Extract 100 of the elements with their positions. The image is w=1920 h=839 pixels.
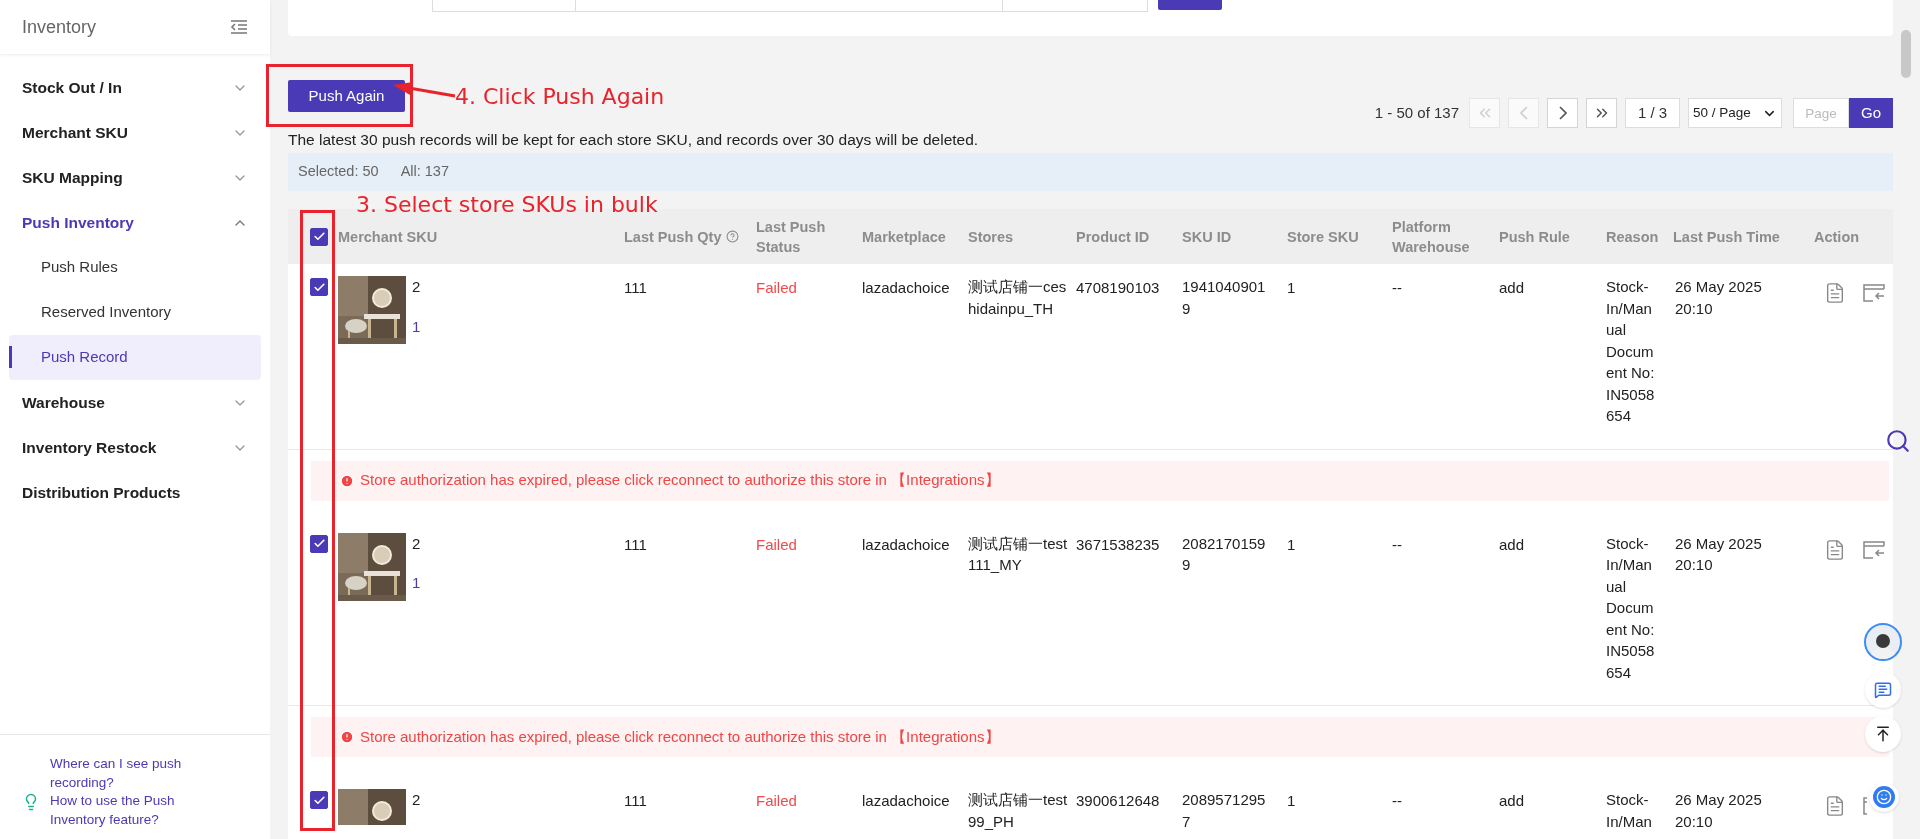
- column-header: Last Push Status: [756, 217, 827, 257]
- table-cell-text: Stock-In/Man: [1606, 790, 1653, 832]
- push-back-icon[interactable]: [1862, 795, 1867, 817]
- check-icon: [312, 793, 326, 807]
- table-cell-text: 20821701599: [1182, 533, 1267, 575]
- table-cell: --: [1392, 279, 1402, 296]
- table-cell: lazadachoice: [862, 792, 950, 809]
- push-back-icon[interactable]: [1862, 282, 1886, 304]
- nav-item[interactable]: Inventory Restock: [9, 425, 261, 470]
- go-button[interactable]: Go: [1849, 98, 1893, 128]
- alert-icon: [340, 473, 354, 488]
- column-header: Action: [1814, 227, 1860, 247]
- table-cell: 1: [1287, 535, 1296, 553]
- table-cell-text: 2: [412, 277, 421, 297]
- checkbox[interactable]: [310, 227, 328, 246]
- table-cell: lazadachoice: [862, 535, 950, 553]
- nav-subitem[interactable]: Push Record: [9, 335, 261, 380]
- table-cell: 1: [1287, 792, 1296, 809]
- nav-subitem[interactable]: Reserved Inventory: [9, 290, 261, 335]
- sidebar-title: Inventory: [22, 15, 97, 39]
- collapse-icon[interactable]: [230, 19, 248, 35]
- nav-subitem[interactable]: Push Rules: [9, 245, 261, 290]
- error-message: Store authorization has expired, please click reconnect to authorize this store in 【Integrations】: [360, 470, 1000, 491]
- nav-item[interactable]: Push Inventory: [9, 200, 261, 245]
- table-cell: 111: [624, 279, 647, 296]
- table-cell-text: 测试店铺一test99_PH: [968, 790, 1069, 832]
- table-cell-text: 26 May 2025 20:10: [1675, 277, 1763, 319]
- push-again-button[interactable]: Push Again: [288, 80, 405, 112]
- page-input[interactable]: Page: [1793, 98, 1849, 128]
- back-to-top-button[interactable]: [1865, 716, 1901, 752]
- table-cell: 3671538235: [1076, 535, 1160, 553]
- table-cell-text: Stock-In/Manual Document No: IN5058654: [1606, 533, 1656, 683]
- annotation-text: 4. Click Push Again: [455, 83, 665, 111]
- table-cell: 111: [624, 792, 647, 809]
- checkbox[interactable]: [310, 534, 328, 553]
- table-cell-text: 19410409019: [1182, 277, 1267, 319]
- help-link[interactable]: Where can I see push recording?: [50, 755, 230, 792]
- table-cell: lazadachoice: [862, 279, 950, 296]
- column-header: Merchant SKU: [338, 227, 438, 247]
- push-back-icon[interactable]: [1862, 538, 1886, 561]
- nav-item[interactable]: Warehouse: [9, 380, 261, 425]
- annotation-arrow: [391, 80, 457, 100]
- chat-button[interactable]: [1865, 672, 1901, 708]
- nav-item[interactable]: Distribution Products: [9, 470, 261, 515]
- filter-field[interactable]: [576, 0, 1003, 12]
- filter-field[interactable]: [1003, 0, 1148, 12]
- column-header: Store SKU: [1287, 227, 1359, 247]
- table-cell: 111: [624, 535, 647, 553]
- table-cell-text: 测试店铺一ceshidainpu_TH: [968, 277, 1068, 319]
- filter-field[interactable]: [432, 0, 576, 12]
- selected-count: Selected: 50: [298, 162, 379, 182]
- error-message: Store authorization has expired, please click reconnect to authorize this store in 【Integrations】: [360, 726, 1000, 747]
- help-icon: [725, 230, 739, 243]
- chevron-right-icon: [1558, 106, 1567, 120]
- table-cell-text: 26 May 2025 20:10: [1675, 533, 1763, 575]
- last-page-button[interactable]: [1586, 98, 1617, 128]
- sku-link[interactable]: 1: [412, 572, 421, 595]
- status-text: Failed: [756, 535, 797, 553]
- arrow-up-icon: [1874, 725, 1892, 743]
- column-header: Platform Warehouse: [1392, 217, 1471, 257]
- total-count: All: 137: [400, 162, 449, 182]
- chevron-left-icon: [1519, 106, 1528, 120]
- column-header: Product ID: [1076, 227, 1150, 247]
- sku-link[interactable]: 1: [412, 315, 421, 338]
- annotation-text: 3. Select store SKUs in bulk: [356, 191, 658, 219]
- check-icon: [312, 280, 326, 294]
- table-cell-text: 测试店铺一test111_MY: [968, 533, 1069, 575]
- search-icon[interactable]: [1885, 428, 1911, 454]
- table-cell: 3900612648: [1076, 792, 1160, 809]
- page-size-select[interactable]: 50 / Page: [1688, 98, 1782, 128]
- status-text: Failed: [756, 792, 797, 809]
- document-icon[interactable]: [1824, 538, 1846, 561]
- status-text: Failed: [756, 279, 797, 296]
- nav-item[interactable]: Stock Out / In: [9, 65, 261, 110]
- column-header: Push Rule: [1499, 227, 1570, 247]
- table-cell: --: [1392, 792, 1402, 809]
- check-icon: [312, 230, 326, 243]
- column-header: SKU ID: [1182, 227, 1232, 247]
- document-icon[interactable]: [1824, 282, 1846, 304]
- table-cell: add: [1499, 535, 1525, 553]
- document-icon[interactable]: [1824, 795, 1846, 817]
- page-indicator: 1 / 3: [1625, 98, 1680, 128]
- table-cell: add: [1499, 279, 1525, 296]
- support-button[interactable]: [1869, 782, 1899, 812]
- column-header: Last Push Time: [1673, 227, 1780, 247]
- next-page-button[interactable]: [1547, 98, 1578, 128]
- table-cell-text: 20895712957: [1182, 790, 1267, 832]
- scrollbar-thumb: [1901, 30, 1911, 78]
- chat-icon: [1874, 681, 1892, 699]
- table-cell-text: 2: [412, 790, 421, 810]
- table-cell-text: Stock-In/Manual Document No: IN5058654: [1606, 277, 1656, 426]
- table-cell-text: 26 May 2025 20:10: [1675, 790, 1763, 832]
- help-link[interactable]: How to use the Push Inventory feature?: [50, 792, 230, 829]
- table-cell: 1: [1287, 279, 1296, 296]
- check-icon: [312, 537, 326, 550]
- nav-item[interactable]: SKU Mapping: [9, 155, 261, 200]
- nav-item[interactable]: Merchant SKU: [9, 110, 261, 155]
- checkbox[interactable]: [310, 791, 328, 809]
- checkbox[interactable]: [310, 278, 328, 296]
- column-header: Marketplace: [862, 227, 946, 247]
